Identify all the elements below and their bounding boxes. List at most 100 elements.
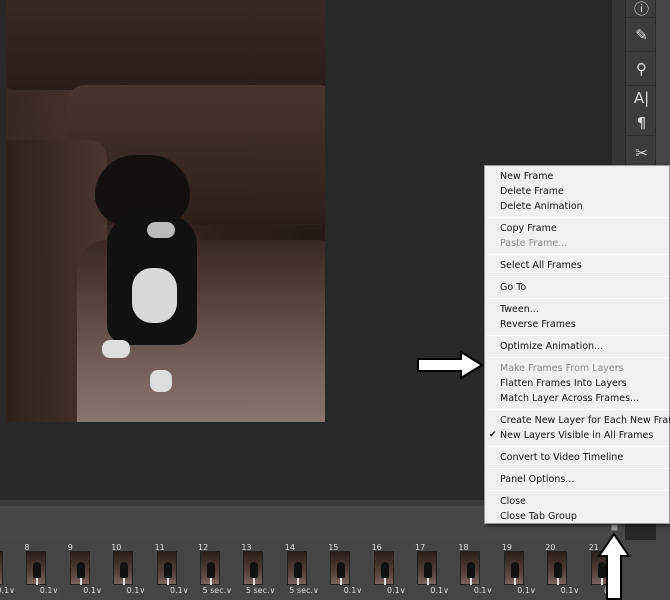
menu-item-create-new-layer-for-each-new-frame[interactable]: Create New Layer for Each New Frame xyxy=(485,413,670,428)
info-icon[interactable]: ⓘ xyxy=(626,0,657,18)
animation-frame[interactable]: 19 0.1∨ xyxy=(500,543,538,597)
frame-delay-dropdown[interactable]: 0.1∨ xyxy=(127,586,146,595)
frame-thumbnail xyxy=(243,551,264,585)
menu-item-convert-to-video-timeline[interactable]: Convert to Video Timeline xyxy=(485,450,669,465)
menu-item-match-layer-across-frames[interactable]: Match Layer Across Frames... xyxy=(485,391,669,406)
frame-delay-dropdown[interactable]: 0.1∨ xyxy=(517,586,536,595)
brush-presets-icon[interactable]: ✎ xyxy=(626,18,657,52)
animation-frame[interactable]: 15 0.1∨ xyxy=(326,543,364,597)
animation-frame[interactable]: 17 0.1∨ xyxy=(413,543,451,597)
animation-frame[interactable]: 10 0.1∨ xyxy=(109,543,147,597)
menu-item-label: Copy Frame xyxy=(500,223,557,234)
menu-item-copy-frame[interactable]: Copy Frame xyxy=(485,221,669,236)
frame-thumbnail xyxy=(26,551,47,585)
frame-delay-dropdown[interactable]: 5 sec.∨ xyxy=(202,586,232,595)
menu-item-select-all-frames[interactable]: Select All Frames xyxy=(485,258,669,273)
animation-frames: 70.1∨ 80.1∨90.1∨100.1∨110.1∨125 sec.∨135 … xyxy=(0,540,670,600)
frame-delay-dropdown[interactable]: 5 sec.∨ xyxy=(289,586,319,595)
animation-frame[interactable]: 16 0.1∨ xyxy=(370,543,408,597)
menu-separator xyxy=(487,468,667,469)
animation-frame[interactable]: 70.1∨ xyxy=(0,543,17,597)
menu-item-close-tab-group[interactable]: Close Tab Group xyxy=(485,509,669,524)
frame-delay-value: 0.1 xyxy=(473,586,487,595)
menu-item-panel-options[interactable]: Panel Options... xyxy=(485,472,669,487)
menu-item-label: Panel Options... xyxy=(500,474,575,485)
menu-item-label: Match Layer Across Frames... xyxy=(500,393,640,404)
menu-separator xyxy=(487,490,667,491)
frame-delay-value: 5 sec. xyxy=(202,586,227,595)
chevron-down-icon: ∨ xyxy=(226,586,232,595)
paragraph-glyph: ¶ xyxy=(636,113,647,132)
frame-thumbnail xyxy=(113,551,134,585)
frame-thumbnail xyxy=(417,551,437,585)
menu-item-label: Paste Frame... xyxy=(500,238,568,249)
character-icon[interactable]: A| xyxy=(626,86,657,110)
menu-item-delete-frame[interactable]: Delete Frame xyxy=(485,184,669,199)
dog-photo xyxy=(7,0,325,422)
frame-delay-dropdown[interactable]: 0.1∨ xyxy=(344,586,363,595)
animation-frame[interactable]: 13 5 sec.∨ xyxy=(239,543,277,597)
chevron-down-icon: ∨ xyxy=(9,586,15,595)
frame-delay-dropdown[interactable]: 0.1∨ xyxy=(474,586,493,595)
menu-separator xyxy=(487,217,667,218)
menu-item-label: Close Tab Group xyxy=(500,511,577,522)
frame-thumbnail xyxy=(460,551,481,585)
animation-frame[interactable]: 12 5 sec.∨ xyxy=(196,543,234,597)
frame-delay-dropdown[interactable]: 0.1∨ xyxy=(40,586,59,595)
menu-item-reverse-frames[interactable]: Reverse Frames xyxy=(485,317,669,332)
menu-separator xyxy=(487,298,667,299)
frame-delay-dropdown[interactable]: 0.1∨ xyxy=(561,586,580,595)
menu-separator xyxy=(487,357,667,358)
menu-item-tween[interactable]: Tween... xyxy=(485,302,669,317)
animation-frame[interactable]: 9 0.1∨ xyxy=(66,543,104,597)
menu-item-label: Delete Frame xyxy=(500,186,564,197)
animation-frame[interactable]: 11 0.1∨ xyxy=(153,543,191,597)
chevron-down-icon: ∨ xyxy=(486,586,493,595)
frame-thumbnail xyxy=(200,551,220,585)
animation-frame[interactable]: 8 0.1∨ xyxy=(22,543,60,597)
menu-item-label: Make Frames From Layers xyxy=(500,363,624,374)
frame-delay-value: 0.1 xyxy=(39,586,53,595)
frame-delay-dropdown[interactable]: 0.1∨ xyxy=(170,586,189,595)
menu-item-make-frames-from-layers[interactable]: Make Frames From Layers xyxy=(485,361,669,376)
chevron-down-icon: ∨ xyxy=(269,586,276,595)
menu-separator xyxy=(487,276,667,277)
menu-item-new-layers-visible-in-all-frames[interactable]: ✔ New Layers Visible in All Frames xyxy=(485,428,669,443)
chevron-down-icon: ∨ xyxy=(356,586,363,595)
frame-delay-value: 5 sec. xyxy=(289,586,313,595)
frame-delay-dropdown[interactable]: 5 sec.∨ xyxy=(246,586,276,595)
frame-delay-dropdown[interactable]: 0.1∨ xyxy=(83,586,102,595)
menu-item-new-frame[interactable]: New Frame xyxy=(485,169,669,184)
menu-separator xyxy=(487,446,667,447)
panel-dock: ⓘ ✎ ⚲ A| ¶ ✂ xyxy=(625,0,657,170)
menu-item-close[interactable]: Close xyxy=(485,494,669,509)
menu-item-label: Flatten Frames Into Layers xyxy=(500,378,627,389)
chevron-down-icon: ∨ xyxy=(182,586,189,595)
menu-item-label: Delete Animation xyxy=(500,201,583,212)
menu-item-delete-animation[interactable]: Delete Animation xyxy=(485,199,669,214)
annotation-arrow-right-icon xyxy=(417,350,484,380)
menu-item-label: Tween... xyxy=(500,304,539,315)
panel-menu-button[interactable] xyxy=(611,524,618,531)
frame-delay-dropdown[interactable]: 0.1∨ xyxy=(430,586,449,595)
animation-frame[interactable]: 14 5 sec.∨ xyxy=(283,543,321,597)
frame-thumbnail xyxy=(330,551,351,585)
menu-item-paste-frame[interactable]: Paste Frame... xyxy=(485,236,669,251)
animation-frame[interactable]: 18 0.1∨ xyxy=(456,543,494,597)
chevron-down-icon: ∨ xyxy=(443,586,449,595)
menu-item-optimize-animation[interactable]: Optimize Animation... xyxy=(485,339,669,354)
paragraph-icon[interactable]: ¶ xyxy=(626,110,657,136)
frame-delay-dropdown[interactable]: 0.1∨ xyxy=(387,586,406,595)
menu-item-label: New Frame xyxy=(500,171,554,182)
menu-item-label: Go To xyxy=(500,282,527,293)
menu-item-label: Create New Layer for Each New Frame xyxy=(500,415,670,426)
chevron-down-icon: ∨ xyxy=(52,586,59,595)
menu-item-flatten-frames-into-layers[interactable]: Flatten Frames Into Layers xyxy=(485,376,669,391)
menu-item-go-to[interactable]: Go To xyxy=(485,280,669,295)
chevron-down-icon: ∨ xyxy=(312,586,319,595)
frame-delay-dropdown[interactable]: 0.1∨ xyxy=(0,586,15,595)
frame-thumbnail xyxy=(503,551,524,585)
clone-source-icon[interactable]: ⚲ xyxy=(626,52,657,86)
animation-frame[interactable]: 20 0.1∨ xyxy=(543,543,581,597)
frame-delay-value: 0.1 xyxy=(560,586,574,595)
